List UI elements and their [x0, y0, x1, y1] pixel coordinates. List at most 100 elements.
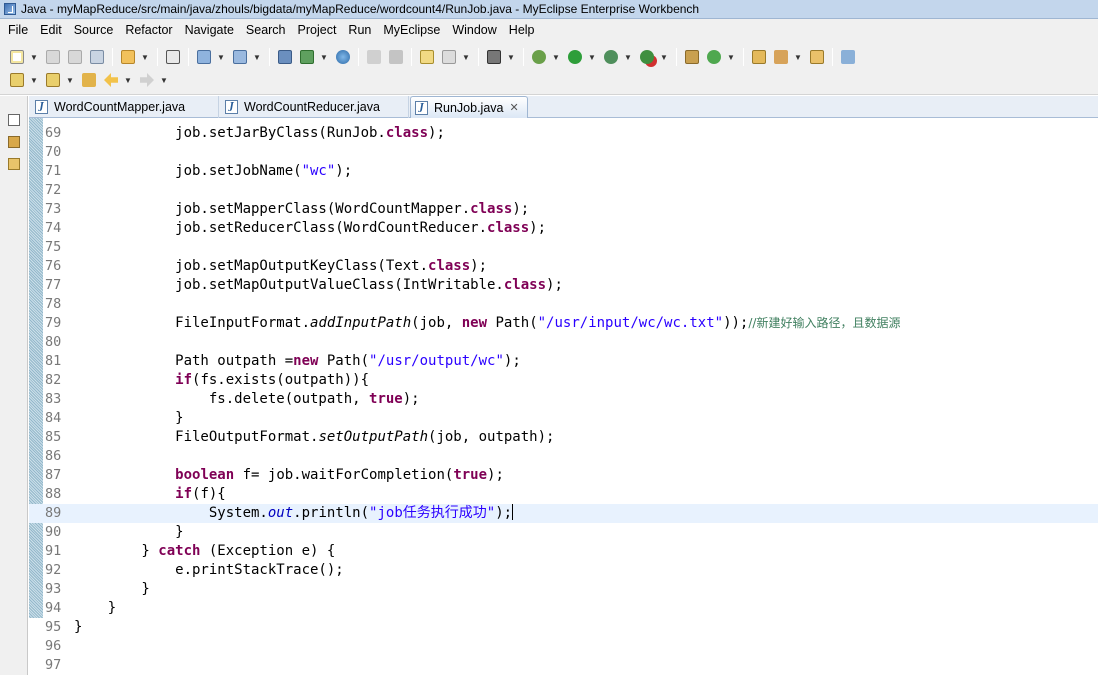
tab-runjob[interactable]: J RunJob.java ✕: [410, 96, 528, 118]
new-package-icon[interactable]: [683, 48, 701, 66]
code-line[interactable]: 75: [29, 238, 1098, 257]
open-type-icon[interactable]: [750, 48, 768, 66]
debug-dropdown-icon[interactable]: ▼: [552, 48, 560, 66]
open-task-dropdown-icon[interactable]: ▼: [794, 48, 802, 66]
code-line[interactable]: 93 }: [29, 580, 1098, 599]
coverage-dropdown-icon[interactable]: ▼: [624, 48, 632, 66]
new-icon[interactable]: [8, 48, 26, 66]
report-icon[interactable]: [418, 48, 436, 66]
report-2-icon[interactable]: [440, 48, 458, 66]
menu-navigate[interactable]: Navigate: [179, 23, 240, 37]
code-line[interactable]: 80: [29, 333, 1098, 352]
report-dropdown-icon[interactable]: ▼: [462, 48, 470, 66]
refresh-icon[interactable]: [387, 48, 405, 66]
prev-annotation-dropdown-icon[interactable]: ▼: [66, 71, 74, 89]
forward-arrow-icon[interactable]: [138, 71, 156, 89]
next-annotation-dropdown-icon[interactable]: ▼: [30, 71, 38, 89]
keyword-token: if: [175, 372, 193, 388]
hand-icon[interactable]: [365, 48, 383, 66]
code-text: }: [74, 618, 82, 637]
menu-project[interactable]: Project: [292, 23, 343, 37]
code-line[interactable]: 79 FileInputFormat.addInputPath(job, new…: [29, 314, 1098, 333]
new-dropdown-icon[interactable]: ▼: [30, 48, 38, 66]
deploy-server-icon[interactable]: [298, 48, 316, 66]
pin-icon[interactable]: [839, 48, 857, 66]
new-class-icon[interactable]: [705, 48, 723, 66]
open-task-icon[interactable]: [772, 48, 790, 66]
tab-wordcountreducer[interactable]: J WordCountReducer.java: [221, 96, 409, 118]
code-line[interactable]: 97: [29, 656, 1098, 675]
menu-source[interactable]: Source: [68, 23, 120, 37]
code-line[interactable]: 72: [29, 181, 1098, 200]
save-icon[interactable]: [44, 48, 62, 66]
next-annotation-icon[interactable]: [8, 71, 26, 89]
code-token: Path(: [318, 353, 370, 369]
coverage-icon[interactable]: [602, 48, 620, 66]
back-dropdown-icon[interactable]: ▼: [124, 71, 132, 89]
menu-edit[interactable]: Edit: [34, 23, 68, 37]
menu-file[interactable]: File: [2, 23, 34, 37]
back-arrow-icon[interactable]: [102, 71, 120, 89]
code-line[interactable]: 85 FileOutputFormat.setOutputPath(job, o…: [29, 428, 1098, 447]
prev-annotation-icon[interactable]: [44, 71, 62, 89]
code-line[interactable]: 76 job.setMapOutputKeyClass(Text.class);: [29, 257, 1098, 276]
deploy-server-dropdown-icon[interactable]: ▼: [320, 48, 328, 66]
code-line[interactable]: 74 job.setReducerClass(WordCountReducer.…: [29, 219, 1098, 238]
code-line[interactable]: 92 e.printStackTrace();: [29, 561, 1098, 580]
code-line[interactable]: 87 boolean f= job.waitForCompletion(true…: [29, 466, 1098, 485]
menu-search[interactable]: Search: [240, 23, 292, 37]
code-line[interactable]: 91 } catch (Exception e) {: [29, 542, 1098, 561]
print-icon[interactable]: [88, 48, 106, 66]
code-line[interactable]: 71 job.setJobName("wc");: [29, 162, 1098, 181]
close-icon[interactable]: ✕: [510, 101, 519, 114]
keyword-token: new: [461, 315, 488, 331]
restore-icon[interactable]: [8, 114, 20, 126]
code-line[interactable]: 83 fs.delete(outpath, true);: [29, 390, 1098, 409]
code-line[interactable]: 77 job.setMapOutputValueClass(IntWritabl…: [29, 276, 1098, 295]
save-all-icon[interactable]: [66, 48, 84, 66]
external-tools-icon[interactable]: [638, 48, 656, 66]
code-line[interactable]: 94 }: [29, 599, 1098, 618]
search-folder-icon[interactable]: [808, 48, 826, 66]
code-line[interactable]: 88 if(f){: [29, 485, 1098, 504]
hierarchy-icon[interactable]: [8, 158, 20, 170]
code-line[interactable]: 82 if(fs.exists(outpath)){: [29, 371, 1098, 390]
code-editor[interactable]: 69 job.setJarByClass(RunJob.class); 70 71 …: [29, 118, 1098, 675]
browser-dropdown-icon[interactable]: ▼: [253, 48, 261, 66]
code-line[interactable]: 78: [29, 295, 1098, 314]
forward-dropdown-icon[interactable]: ▼: [160, 71, 168, 89]
debug-icon[interactable]: [530, 48, 548, 66]
new-class-dropdown-icon[interactable]: ▼: [727, 48, 735, 66]
menu-myeclipse[interactable]: MyEclipse: [377, 23, 446, 37]
run-dropdown-icon[interactable]: ▼: [588, 48, 596, 66]
code-line[interactable]: 96: [29, 637, 1098, 656]
browser-icon[interactable]: [231, 48, 249, 66]
code-line[interactable]: 69 job.setJarByClass(RunJob.class);: [29, 124, 1098, 143]
menu-window[interactable]: Window: [446, 23, 502, 37]
code-line[interactable]: 81 Path outpath =new Path("/usr/output/w…: [29, 352, 1098, 371]
globe-icon[interactable]: [334, 48, 352, 66]
code-line[interactable]: 84 }: [29, 409, 1098, 428]
external-tools-dropdown-icon[interactable]: ▼: [660, 48, 668, 66]
code-line[interactable]: 89 System.out.println("job任务执行成功");: [29, 504, 1098, 523]
database-icon[interactable]: [276, 48, 294, 66]
code-line[interactable]: 90 }: [29, 523, 1098, 542]
menu-run[interactable]: Run: [342, 23, 377, 37]
new-web-project-icon[interactable]: [119, 48, 137, 66]
menu-help[interactable]: Help: [503, 23, 541, 37]
camera-dropdown-icon[interactable]: ▼: [507, 48, 515, 66]
tab-wordcountmapper[interactable]: J WordCountMapper.java: [31, 96, 219, 118]
code-line[interactable]: 73 job.setMapperClass(WordCountMapper.cl…: [29, 200, 1098, 219]
code-line[interactable]: 86: [29, 447, 1098, 466]
run-icon[interactable]: [566, 48, 584, 66]
server-icon[interactable]: [195, 48, 213, 66]
camera-icon[interactable]: [485, 48, 503, 66]
web-project-dropdown-icon[interactable]: ▼: [141, 48, 149, 66]
package-explorer-icon[interactable]: [8, 136, 20, 148]
menu-refactor[interactable]: Refactor: [119, 23, 178, 37]
code-line[interactable]: 95}: [29, 618, 1098, 637]
server-dropdown-icon[interactable]: ▼: [217, 48, 225, 66]
deploy-icon[interactable]: [164, 48, 182, 66]
last-edit-icon[interactable]: [80, 71, 98, 89]
code-line[interactable]: 70: [29, 143, 1098, 162]
